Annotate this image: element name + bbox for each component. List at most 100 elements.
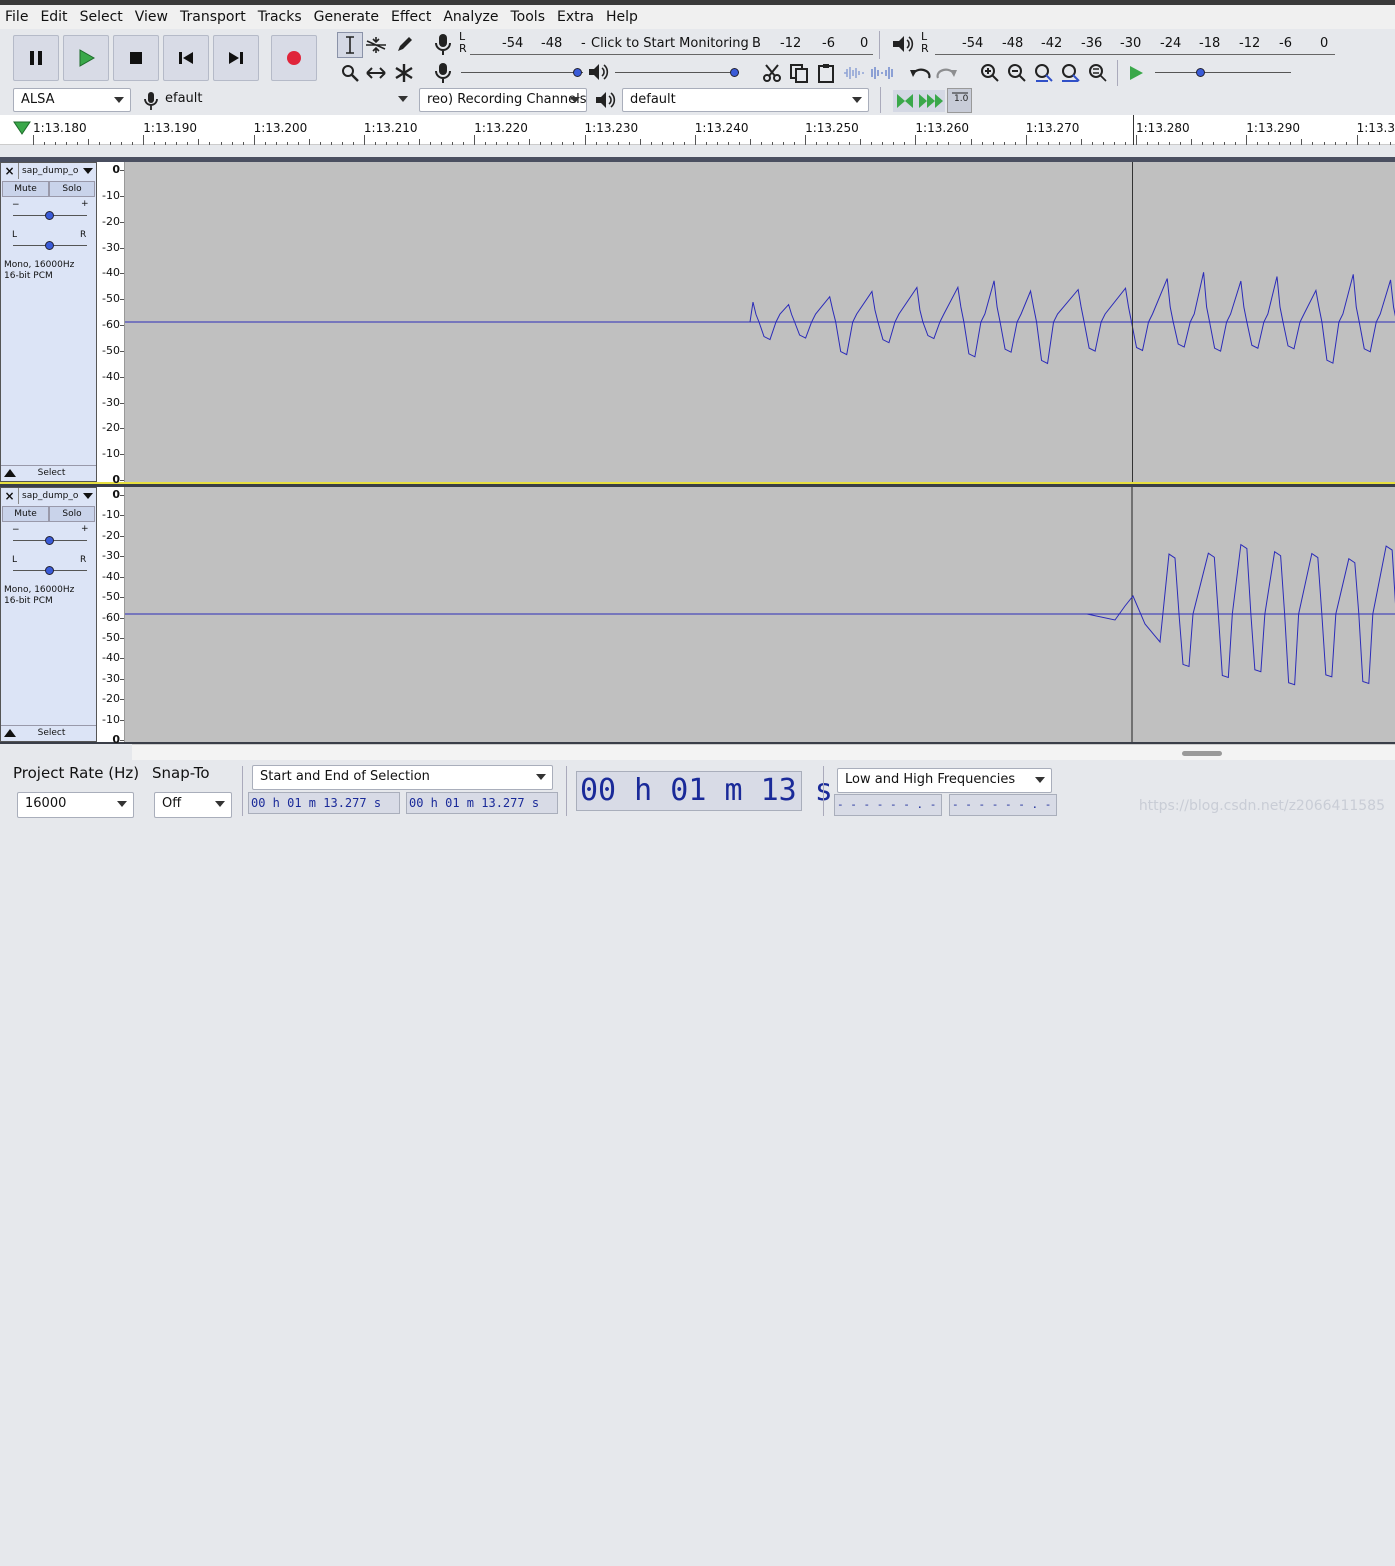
spectral-selection-mode-select[interactable]: Low and High Frequencies — [837, 768, 1052, 793]
recording-channels-value: reo) Recording Channels — [427, 92, 587, 107]
high-frequency-field[interactable]: - - - - - - . - - Hz — [949, 794, 1057, 816]
amplitude-tick — [120, 402, 124, 404]
horizontal-scrollbar[interactable] — [132, 744, 1395, 760]
recording-device-select[interactable]: efault — [158, 88, 414, 112]
gain-slider[interactable] — [13, 535, 87, 547]
menu-tracks[interactable]: Tracks — [253, 9, 309, 25]
amplitude-label: -40 — [102, 266, 120, 280]
track-name-menu[interactable]: sap_dump_o — [19, 491, 83, 501]
menu-generate[interactable]: Generate — [309, 9, 386, 25]
selection-start-time[interactable]: 00 h 01 m 13.277 s — [248, 792, 400, 814]
audio-host-select[interactable]: ALSA — [13, 88, 131, 112]
project-rate-select[interactable]: 16000 — [17, 792, 134, 818]
menu-effect[interactable]: Effect — [386, 9, 438, 25]
waveform-path — [749, 272, 1395, 365]
playback-volume-slider[interactable] — [615, 67, 739, 79]
collapse-track-icon[interactable] — [4, 469, 16, 477]
multi-tool[interactable] — [391, 60, 417, 86]
collapse-track-icon[interactable] — [4, 729, 16, 737]
fit-selection-button[interactable] — [1031, 60, 1057, 86]
menu-view[interactable]: View — [130, 9, 175, 25]
menu-select[interactable]: Select — [75, 9, 130, 25]
copy-button[interactable] — [786, 60, 812, 86]
audio-host-value: ALSA — [21, 92, 55, 107]
menu-transport[interactable]: Transport — [175, 9, 253, 25]
menu-file[interactable]: File — [0, 9, 35, 25]
zoom-selection-icon — [1035, 64, 1053, 82]
project-rate-value: 16000 — [25, 796, 67, 811]
meter-scale-label: -54 — [962, 36, 984, 51]
select-track-button[interactable]: Select — [19, 466, 84, 481]
play-at-speed-button[interactable] — [1123, 60, 1149, 86]
low-frequency-field[interactable]: - - - - - - . - - Hz — [834, 794, 942, 816]
close-track-button[interactable]: × — [1, 163, 19, 179]
ruler-time-label: 1:13.230 — [584, 121, 639, 135]
waveform-area[interactable] — [125, 162, 1395, 482]
cut-button[interactable] — [759, 60, 785, 86]
bottom-separator-1 — [242, 766, 243, 816]
amplitude-ruler: 0 -10 -20 -30 -40 -50 -60 -50 -40 -30 -20 -10 0 — [97, 162, 125, 486]
play-speed-slider[interactable] — [1155, 67, 1291, 79]
amplitude-tick — [120, 454, 124, 456]
bottom-separator-3 — [823, 766, 824, 816]
amplitude-label: -30 — [102, 549, 120, 563]
pan-slider[interactable] — [13, 240, 87, 252]
paste-button[interactable] — [813, 60, 839, 86]
ruler-tick — [253, 135, 255, 145]
recording-channels-select[interactable]: reo) Recording Channels — [419, 88, 587, 112]
amplitude-tick — [120, 658, 124, 660]
amplitude-tick — [120, 576, 124, 578]
solo-button[interactable]: Solo — [49, 506, 95, 522]
audio-position-time[interactable]: 00 h 01 m 13 s — [576, 771, 833, 811]
zoom-in-button[interactable] — [977, 60, 1003, 86]
clipboard-icon — [818, 64, 834, 83]
waveform-area[interactable] — [125, 487, 1395, 742]
pan-slider[interactable] — [13, 565, 87, 577]
fit-project-button[interactable] — [1058, 60, 1084, 86]
selection-mode-select[interactable]: Start and End of Selection — [252, 765, 553, 790]
time-shift-tool[interactable] — [363, 60, 389, 86]
amplitude-tick — [120, 637, 124, 639]
menu-help[interactable]: Help — [601, 9, 645, 25]
menu-bar: File Edit Select View Transport Tracks Generat… — [0, 5, 1395, 29]
amplitude-label: -40 — [102, 651, 120, 665]
zoom-out-button[interactable] — [1004, 60, 1030, 86]
scrub-toolbar[interactable] — [893, 90, 945, 112]
menu-extra[interactable]: Extra — [552, 9, 601, 25]
meter-bar — [935, 54, 1335, 55]
select-track-button[interactable]: Select — [19, 726, 84, 741]
undo-button[interactable] — [907, 60, 933, 86]
ruler-cursor-marker — [1133, 115, 1134, 145]
scrub-play-icon — [897, 94, 943, 108]
mute-button[interactable]: Mute — [2, 181, 49, 197]
solo-button[interactable]: Solo — [49, 181, 95, 197]
amplitude-label: -50 — [102, 343, 120, 357]
pinned-head-button[interactable]: 1.0 — [947, 88, 972, 113]
scrollbar-thumb[interactable] — [1182, 751, 1222, 756]
playback-device-select[interactable]: default — [622, 88, 869, 112]
gain-slider[interactable] — [13, 210, 87, 222]
trim-button[interactable] — [841, 60, 867, 86]
mute-button[interactable]: Mute — [2, 506, 49, 522]
amplitude-tick — [120, 195, 124, 197]
silence-button[interactable] — [869, 60, 895, 86]
redo-button[interactable] — [934, 60, 960, 86]
record-volume-slider[interactable] — [461, 67, 583, 79]
snap-to-select[interactable]: Off — [154, 792, 232, 818]
zoom-tool[interactable] — [337, 60, 363, 86]
selection-end-time[interactable]: 00 h 01 m 13.277 s — [406, 792, 558, 814]
amplitude-label: 0 — [112, 473, 120, 486]
menu-analyze[interactable]: Analyze — [438, 9, 505, 25]
asterisk-icon — [395, 64, 413, 82]
track-name-menu[interactable]: sap_dump_o — [19, 166, 83, 176]
timeline-ruler[interactable]: 1:13.180 1:13.190 1:13.200 1:13.210 1:13.220… — [0, 115, 1395, 145]
close-track-button[interactable]: × — [1, 488, 19, 504]
ruler-time-label: 1:13.180 — [33, 121, 87, 135]
ruler-tick — [1246, 135, 1248, 145]
menu-tools[interactable]: Tools — [506, 9, 553, 25]
ruler-time-label: 1:13.270 — [1025, 121, 1080, 135]
amplitude-label: -10 — [102, 508, 120, 522]
menu-edit[interactable]: Edit — [35, 9, 74, 25]
meter-scale-label: 0 — [1320, 36, 1329, 51]
zoom-toggle-button[interactable] — [1085, 60, 1111, 86]
